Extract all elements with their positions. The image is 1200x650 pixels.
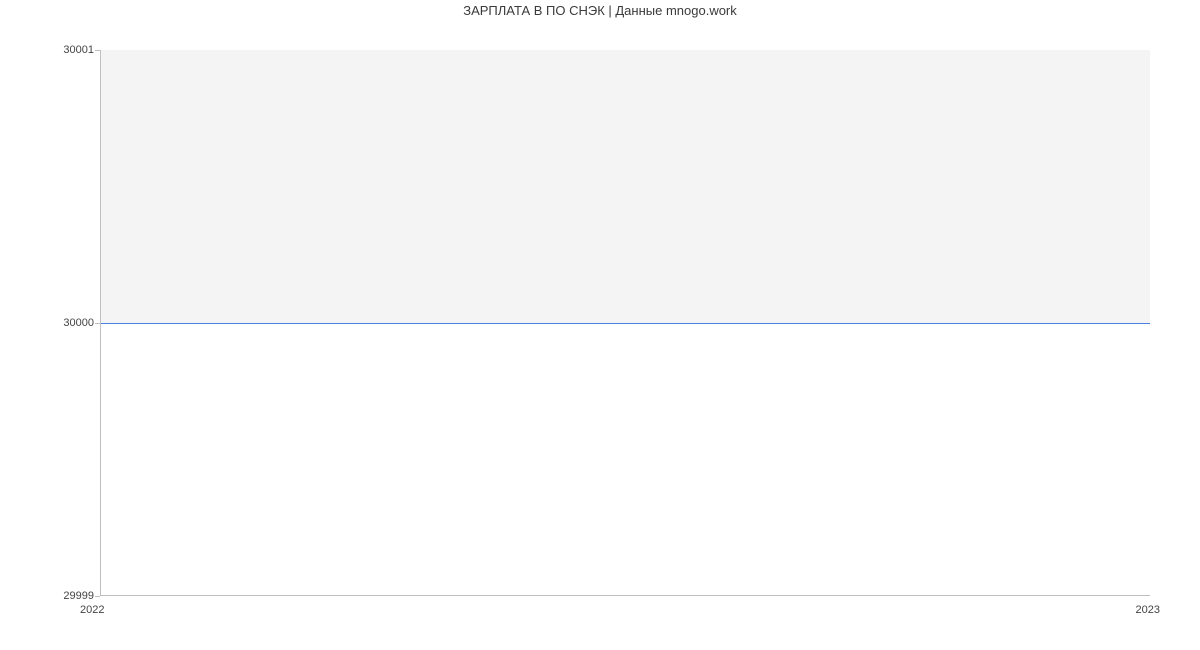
salary-chart: ЗАРПЛАТА В ПО СНЭК | Данные mnogo.work 3… — [0, 0, 1200, 650]
y-tick-max: 30001 — [63, 44, 94, 56]
y-tick-mark — [95, 596, 100, 597]
y-tick-label: 30000 — [63, 317, 94, 329]
y-tick-mark — [95, 50, 100, 51]
upper-band-shade — [101, 50, 1150, 323]
y-tick-min: 29999 — [63, 590, 94, 602]
plot-area — [100, 50, 1150, 596]
y-tick-label: 29999 — [63, 590, 94, 602]
chart-title: ЗАРПЛАТА В ПО СНЭК | Данные mnogo.work — [0, 3, 1200, 18]
y-tick-mark — [95, 323, 100, 324]
x-tick-start: 2022 — [80, 604, 104, 616]
y-tick-mid: 30000 — [63, 317, 94, 329]
series-line-salary — [101, 323, 1150, 324]
y-tick-label: 30001 — [63, 44, 94, 56]
x-tick-end: 2023 — [1136, 604, 1160, 616]
